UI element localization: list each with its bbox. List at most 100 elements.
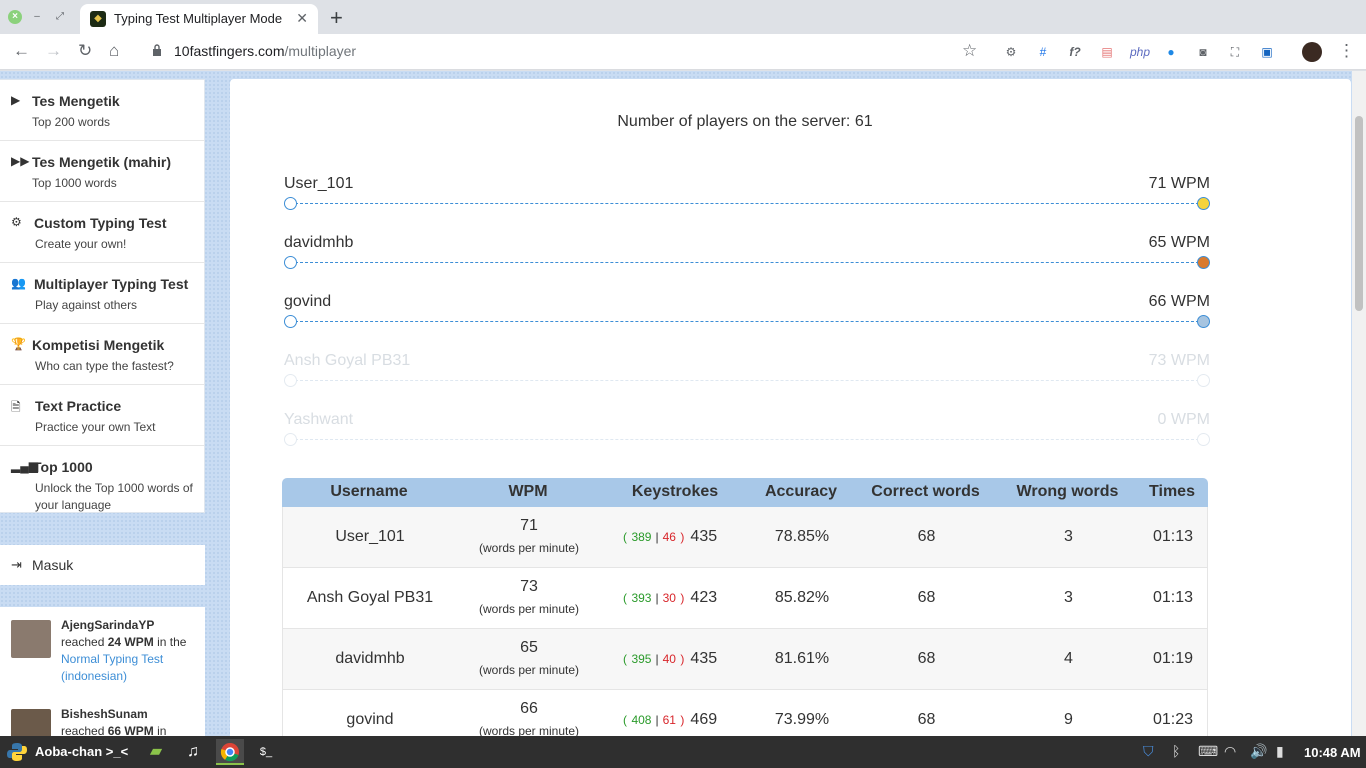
sidebar-item-kompetisi[interactable]: 🏆 Kompetisi Mengetik Who can type the fa… bbox=[0, 324, 204, 385]
extension-grid-icon[interactable]: # bbox=[1034, 43, 1052, 61]
document-icon: 🗎 bbox=[11, 400, 21, 414]
wpm-unit-label: (words per minute) bbox=[478, 663, 580, 677]
url-path: /multiplayer bbox=[284, 43, 357, 59]
chrome-icon[interactable] bbox=[216, 739, 244, 765]
sidebar-item-tes-mengetik-mahir[interactable]: ▶▶ Tes Mengetik (mahir) Top 1000 words bbox=[0, 141, 204, 202]
race-player-name: User_101 bbox=[284, 175, 354, 192]
cell-time: 01:13 bbox=[1152, 589, 1194, 606]
cell-wpm: 73 bbox=[520, 578, 538, 595]
profile-avatar[interactable] bbox=[1302, 42, 1322, 62]
cell-wpm: 66 bbox=[520, 700, 538, 717]
gears-icon: ⚙ bbox=[11, 215, 22, 229]
cell-user: Ansh Goyal PB31 bbox=[306, 589, 434, 606]
keystrokes-correct: 393 bbox=[631, 591, 652, 605]
table-row: User_101 71 (words per minute) ( 389 | 46 ) 43… bbox=[282, 507, 1208, 568]
race-player-name: davidmhb bbox=[284, 234, 354, 251]
extension-camera-icon[interactable]: ◙ bbox=[1194, 43, 1212, 61]
cell-wrong: 4 bbox=[1064, 650, 1073, 667]
new-tab-button[interactable]: + bbox=[330, 5, 343, 31]
wifi-icon[interactable]: ◠ bbox=[1224, 743, 1236, 760]
sidebar-item-subtitle: Play against others bbox=[35, 298, 138, 312]
menu-kebab-icon[interactable]: ⋮ bbox=[1338, 41, 1355, 61]
table-row: davidmhb 65 (words per minute) ( 395 | 40 ) 43… bbox=[282, 629, 1208, 690]
activity-feed: AjengSarindaYP reached 24 WPM in the Nor… bbox=[0, 607, 205, 736]
extension-gear-icon[interactable]: ⚙ bbox=[1002, 43, 1020, 61]
keystrokes-wrong: 46 bbox=[662, 530, 676, 544]
window-close-button[interactable]: × bbox=[8, 10, 22, 24]
feed-username[interactable]: AjengSarindaYP bbox=[61, 618, 154, 632]
sidebar-item-title: Multiplayer Typing Test bbox=[34, 276, 189, 292]
extension-calendar-icon[interactable]: ▤ bbox=[1098, 43, 1116, 61]
cell-wrong: 3 bbox=[1064, 589, 1073, 606]
extension-screenshot-icon[interactable]: ⛶ bbox=[1226, 43, 1244, 61]
page-viewport: ▶ Tes Mengetik Top 200 words ▶▶ Tes Meng… bbox=[0, 71, 1366, 736]
taskbar: Aoba-chan >_< ▰ ♫ $_ ⛉ ᛒ ⌨ ◠ 🔊 ▮ 10:48 A… bbox=[0, 736, 1366, 768]
sidebar-item-custom-typing-test[interactable]: ⚙ Custom Typing Test Create your own! bbox=[0, 202, 204, 263]
sidebar-item-title: Top 1000 bbox=[33, 459, 93, 475]
cell-user: davidmhb bbox=[335, 650, 405, 667]
sidebar-item-title: Tes Mengetik bbox=[32, 93, 120, 109]
sidebar-item-title: Kompetisi Mengetik bbox=[32, 337, 165, 353]
address-bar[interactable]: 10fastfingers.com/multiplayer bbox=[174, 43, 356, 59]
feed-username[interactable]: BisheshSunam bbox=[61, 707, 148, 721]
volume-icon[interactable]: 🔊 bbox=[1250, 743, 1267, 760]
wpm-unit-label: (words per minute) bbox=[478, 724, 580, 736]
login-button[interactable]: ⇥ Masuk bbox=[0, 545, 205, 585]
avatar[interactable] bbox=[11, 620, 51, 658]
window-maximize-button[interactable]: ⤢ bbox=[53, 10, 67, 24]
taskbar-label[interactable]: Aoba-chan >_< bbox=[35, 744, 128, 759]
terminal-icon[interactable]: $_ bbox=[252, 739, 280, 765]
bluetooth-icon[interactable]: ᛒ bbox=[1172, 743, 1180, 759]
reload-icon[interactable]: ↻ bbox=[78, 41, 92, 61]
column-header: Accuracy bbox=[764, 483, 838, 500]
forward-arrow-icon[interactable]: → bbox=[45, 41, 62, 61]
cell-correct: 68 bbox=[917, 650, 936, 667]
python-menu-icon[interactable] bbox=[6, 742, 28, 762]
lock-icon[interactable] bbox=[152, 44, 162, 56]
sidebar-item-multiplayer[interactable]: 👥 Multiplayer Typing Test Play against o… bbox=[0, 263, 204, 324]
browser-tab[interactable]: ◆ Typing Test Multiplayer Mode ✕ bbox=[80, 4, 318, 34]
extension-globe-icon[interactable]: ● bbox=[1162, 43, 1180, 61]
sidebar-item-tes-mengetik[interactable]: ▶ Tes Mengetik Top 200 words bbox=[0, 80, 204, 141]
cell-wrong: 3 bbox=[1064, 528, 1073, 545]
file-manager-icon[interactable]: ▰ bbox=[142, 739, 170, 765]
race-row: govind 66 WPM bbox=[284, 293, 1210, 343]
cell-accuracy: 73.99% bbox=[774, 711, 830, 728]
extension-php-icon[interactable]: php bbox=[1130, 43, 1150, 61]
home-icon[interactable]: ⌂ bbox=[109, 41, 119, 61]
keystrokes-total: 435 bbox=[690, 528, 718, 545]
window-minimize-button[interactable]: – bbox=[30, 10, 44, 24]
sidebar-item-top-1000[interactable]: ▂▄▆ Top 1000 Unlock the Top 1000 words o… bbox=[0, 446, 204, 512]
back-arrow-icon[interactable]: ← bbox=[13, 41, 30, 61]
music-player-icon[interactable]: ♫ bbox=[179, 739, 207, 765]
feed-test-link[interactable]: Normal Typing Test (indonesian) bbox=[61, 651, 201, 685]
scrollbar-thumb[interactable] bbox=[1355, 116, 1363, 311]
battery-icon[interactable]: ▮ bbox=[1276, 743, 1284, 760]
tab-close-icon[interactable]: ✕ bbox=[296, 10, 308, 27]
page-scrollbar[interactable] bbox=[1352, 71, 1366, 736]
url-domain: 10fastfingers.com bbox=[174, 43, 285, 59]
avatar[interactable] bbox=[11, 709, 51, 736]
extension-formula-icon[interactable]: f? bbox=[1066, 43, 1084, 61]
race-player-wpm: 73 WPM bbox=[1148, 352, 1210, 369]
sidebar-item-title: Tes Mengetik (mahir) bbox=[32, 154, 171, 170]
keystrokes-total: 435 bbox=[690, 650, 718, 667]
cell-wrong: 9 bbox=[1064, 711, 1073, 728]
bookmark-star-icon[interactable]: ☆ bbox=[962, 41, 977, 61]
sidebar-item-text-practice[interactable]: 🗎 Text Practice Practice your own Text bbox=[0, 385, 204, 446]
keystrokes-wrong: 30 bbox=[662, 591, 676, 605]
keystrokes-wrong: 61 bbox=[662, 713, 676, 727]
race-player-wpm: 71 WPM bbox=[1148, 175, 1210, 192]
cell-correct: 68 bbox=[917, 711, 936, 728]
cell-time: 01:23 bbox=[1152, 711, 1194, 728]
column-header: Correct words bbox=[871, 483, 980, 500]
feed-text: reached bbox=[61, 635, 105, 649]
tab-strip: × – ⤢ ◆ Typing Test Multiplayer Mode ✕ + bbox=[0, 0, 1366, 34]
shield-icon[interactable]: ⛉ bbox=[1143, 743, 1154, 760]
keyboard-icon[interactable]: ⌨ bbox=[1198, 743, 1218, 760]
sidebar-item-subtitle: Who can type the fastest? bbox=[35, 359, 174, 373]
race-track-line bbox=[290, 203, 1204, 204]
extension-briefcase-icon[interactable]: ▣ bbox=[1258, 43, 1276, 61]
tab-title: Typing Test Multiplayer Mode bbox=[114, 11, 283, 26]
browser-toolbar: ← → ↻ ⌂ 10fastfingers.com/multiplayer ☆ … bbox=[0, 34, 1366, 70]
